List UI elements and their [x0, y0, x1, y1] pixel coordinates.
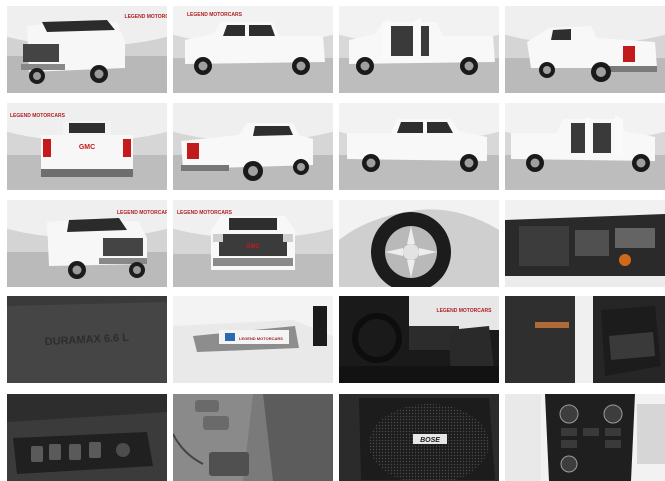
dealer-logo: LEGEND MOTORCARS: [187, 12, 243, 18]
thumbnail-rear-three-quarter-driver[interactable]: [505, 6, 665, 93]
thumbnail-rear-tailgate[interactable]: GMC LEGEND MOTORCARS: [7, 103, 167, 190]
thumbnail-engine-cover[interactable]: DURAMAX 6.6 L: [7, 296, 167, 383]
thumbnail-rear-three-quarter-passenger[interactable]: [173, 103, 333, 190]
thumbnail-engine-bay[interactable]: [505, 200, 665, 287]
dealer-logo: LEGEND MOTORCARS: [125, 14, 167, 20]
thumbnail-wheel-tire[interactable]: [339, 200, 499, 287]
thumbnail-door-sill-emblem[interactable]: LEGEND MOTORCARS: [173, 296, 333, 383]
sticker-text: LEGEND MOTORCARS: [239, 336, 283, 341]
dealer-logo: LEGEND MOTORCARS: [437, 308, 493, 314]
gmc-badge: GMC: [246, 244, 261, 250]
dealer-logo: LEGEND MOTORCARS: [117, 210, 167, 216]
thumbnail-interior-dashboard[interactable]: LEGEND MOTORCARS: [339, 296, 499, 383]
thumbnail-front-three-quarter[interactable]: LEGEND MOTORCARS: [7, 6, 167, 93]
thumbnail-passenger-side-profile[interactable]: [339, 103, 499, 190]
thumbnail-driver-side-profile[interactable]: LEGEND MOTORCARS: [173, 6, 333, 93]
photo-gallery: LEGEND MOTORCARS LEGEND MOTORCARS: [0, 0, 665, 481]
thumbnail-seat-controls[interactable]: [173, 394, 333, 481]
gmc-badge: GMC: [79, 144, 95, 151]
thumbnail-driver-side-doors-open[interactable]: [339, 6, 499, 93]
thumbnail-passenger-side-doors-open[interactable]: [505, 103, 665, 190]
dealer-logo: LEGEND MOTORCARS: [10, 113, 66, 119]
thumbnail-window-switches[interactable]: [7, 394, 167, 481]
thumbnail-front-three-quarter-passenger[interactable]: LEGEND MOTORCARS: [7, 200, 167, 287]
thumbnail-door-panel-seats[interactable]: [505, 296, 665, 383]
thumbnail-center-console-controls[interactable]: [505, 394, 665, 481]
thumbnail-speaker-grille[interactable]: BOSE: [339, 394, 499, 481]
thumbnail-front-grille[interactable]: GMC LEGEND MOTORCARS: [173, 200, 333, 287]
dealer-logo: LEGEND MOTORCARS: [177, 210, 233, 216]
bose-badge: BOSE: [420, 437, 440, 444]
